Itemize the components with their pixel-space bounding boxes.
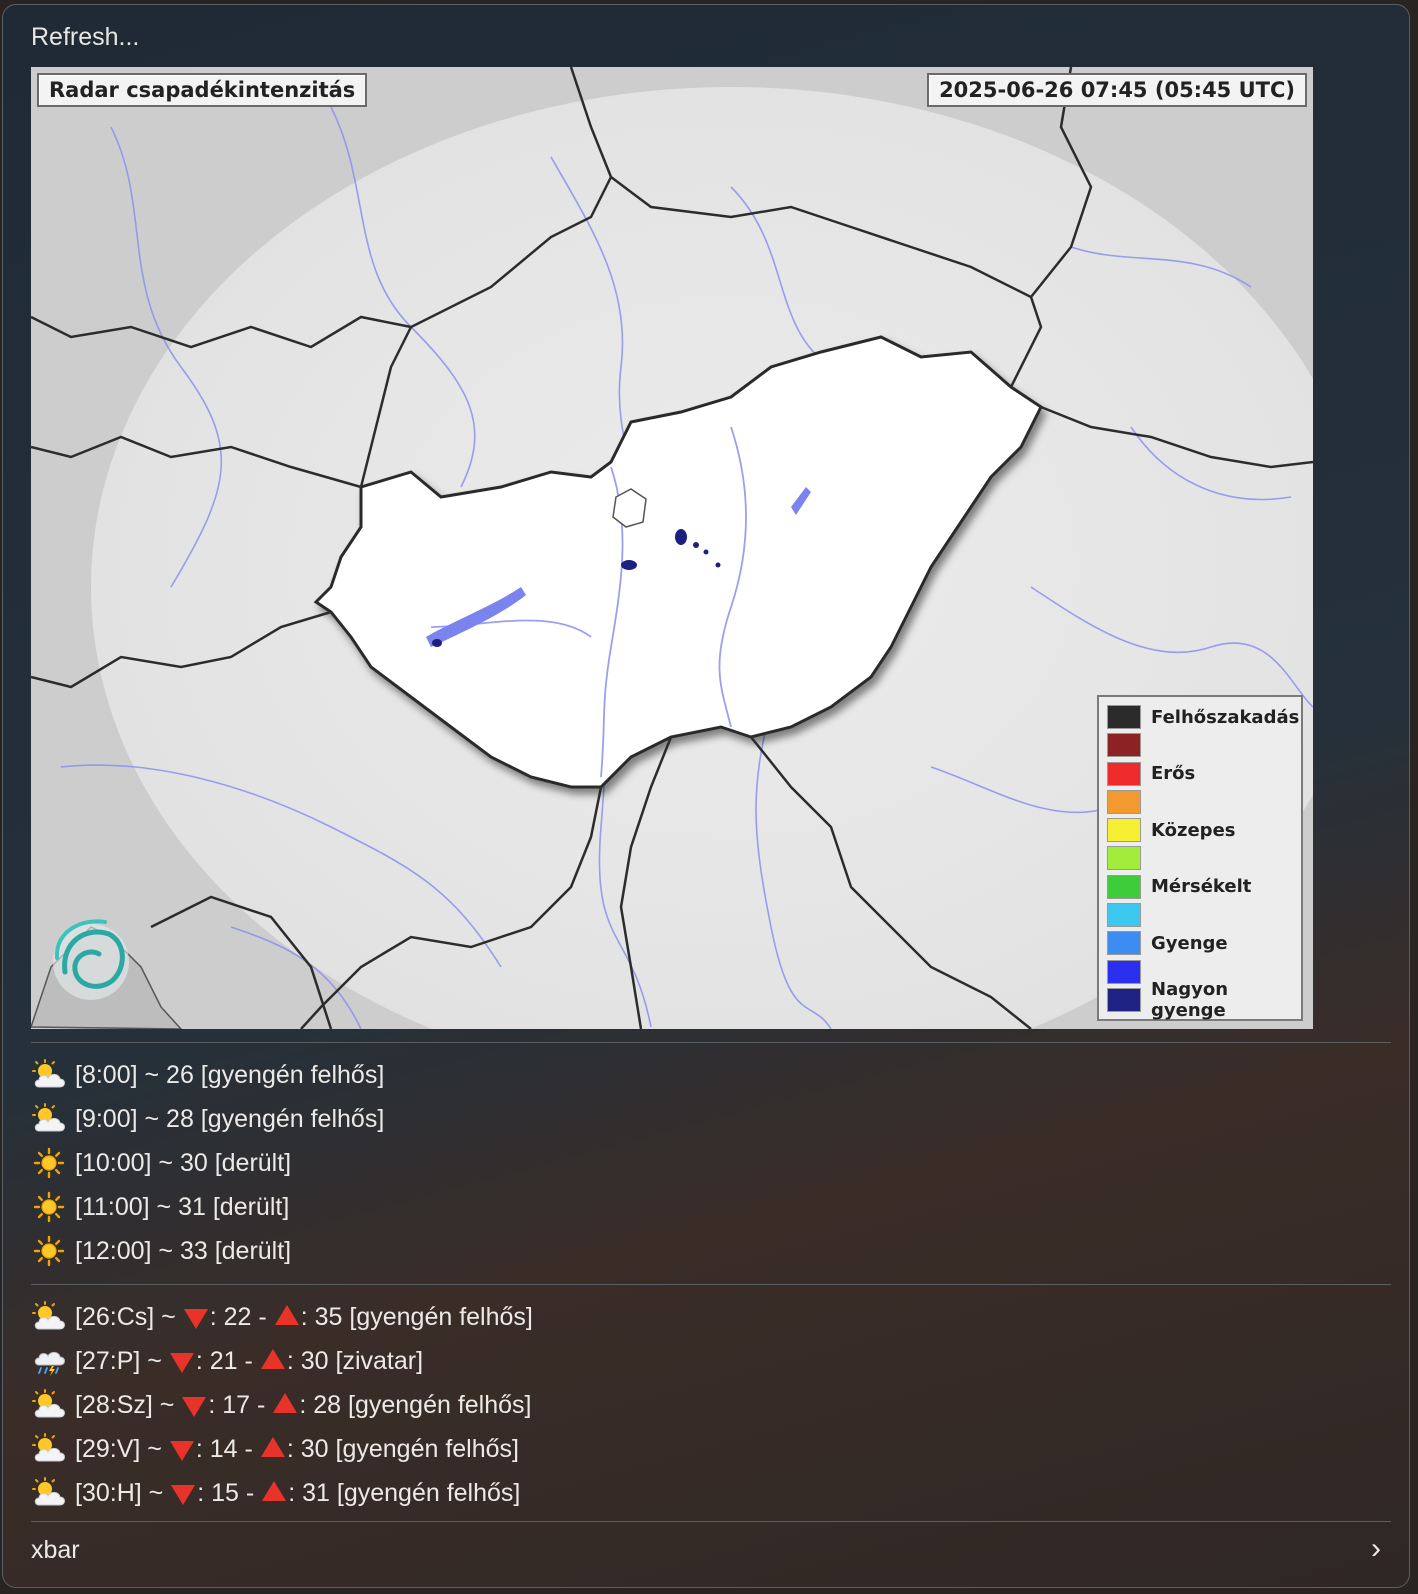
hourly-forecast-text: [11:00] ~ 31 [derült] <box>75 1192 290 1221</box>
daily-forecast-item[interactable]: [27:P] ~ : 21 - : 30 [zivatar] <box>31 1339 533 1383</box>
hourly-forecast-item[interactable]: [10:00] ~ 30 [derült] <box>31 1141 384 1185</box>
legend-label: Mérsékelt <box>1151 876 1252 898</box>
radar-legend: Felhőszakadás Erős Közepes Mérsékelt Gye… <box>1097 695 1303 1021</box>
max-temp-up-triangle-icon <box>274 1305 299 1325</box>
daily-forecast-item[interactable]: [26:Cs] ~ : 22 - : 35 [gyengén felhős] <box>31 1295 533 1339</box>
sun-behind-cloud-icon <box>31 1059 69 1091</box>
hourly-forecast-text: [12:00] ~ 33 [derült] <box>75 1236 292 1265</box>
daily-forecast-max: : 30 [zivatar] <box>286 1346 424 1375</box>
legend-swatch <box>1107 903 1141 928</box>
refresh-menu-item[interactable]: Refresh... <box>31 23 139 52</box>
legend-swatch <box>1107 761 1141 786</box>
xbar-dropdown-menu: Refresh... Radar csapadékintenzitás 2025… <box>2 4 1410 1588</box>
max-temp-up-triangle-icon <box>260 1437 285 1457</box>
min-temp-down-triangle-icon <box>183 1309 208 1329</box>
max-temp-up-triangle-icon <box>260 1349 285 1369</box>
xbar-menu-item[interactable]: xbar <box>31 1536 80 1565</box>
daily-forecast-list: [26:Cs] ~ : 22 - : 35 [gyengén felhős] [27… <box>31 1295 533 1515</box>
daily-forecast-day: [28:Sz] ~ <box>75 1390 175 1419</box>
daily-forecast-max: : 31 [gyengén felhős] <box>288 1478 521 1507</box>
sun-behind-cloud-icon <box>31 1301 69 1333</box>
legend-swatch <box>1107 931 1141 956</box>
hourly-forecast-item[interactable]: [9:00] ~ 28 [gyengén felhős] <box>31 1097 384 1141</box>
max-temp-up-triangle-icon <box>273 1393 298 1413</box>
sun-behind-cloud-icon <box>31 1389 69 1421</box>
legend-label: Felhőszakadás <box>1151 706 1300 728</box>
daily-forecast-day: [29:V] ~ <box>75 1434 162 1463</box>
legend-label: Erős <box>1151 763 1196 785</box>
sun-icon <box>31 1147 69 1179</box>
legend-swatch <box>1107 846 1141 871</box>
legend-swatch <box>1107 959 1141 984</box>
daily-forecast-day: [26:Cs] ~ <box>75 1302 176 1331</box>
legend-entry <box>1107 731 1293 759</box>
daily-forecast-min: : 21 - <box>195 1346 253 1375</box>
daily-forecast-min: : 22 - <box>209 1302 267 1331</box>
sun-behind-cloud-icon <box>31 1477 69 1509</box>
legend-label: Közepes <box>1151 819 1236 841</box>
hourly-forecast-item[interactable]: [8:00] ~ 26 [gyengén felhős] <box>31 1053 384 1097</box>
daily-forecast-item[interactable]: [30:H] ~ : 15 - : 31 [gyengén felhős] <box>31 1471 533 1515</box>
legend-label: Gyenge <box>1151 932 1228 954</box>
hourly-forecast-text: [8:00] ~ 26 [gyengén felhős] <box>75 1060 385 1089</box>
daily-forecast-item[interactable]: [28:Sz] ~ : 17 - : 28 [gyengén felhős] <box>31 1383 533 1427</box>
hourly-forecast-text: [9:00] ~ 28 [gyengén felhős] <box>75 1104 385 1133</box>
sun-icon <box>31 1235 69 1267</box>
min-temp-down-triangle-icon <box>171 1485 196 1505</box>
hourly-forecast-item[interactable]: [11:00] ~ 31 [derült] <box>31 1185 384 1229</box>
chevron-right-icon[interactable]: › <box>1371 1532 1381 1566</box>
sun-behind-cloud-icon <box>31 1103 69 1135</box>
legend-swatch <box>1107 874 1141 899</box>
daily-forecast-item[interactable]: [29:V] ~ : 14 - : 30 [gyengén felhős] <box>31 1427 533 1471</box>
min-temp-down-triangle-icon <box>182 1397 207 1417</box>
daily-forecast-day: [30:H] ~ <box>75 1478 164 1507</box>
hourly-forecast-item[interactable]: [12:00] ~ 33 [derült] <box>31 1229 384 1273</box>
daily-forecast-max: : 35 [gyengén felhős] <box>300 1302 533 1331</box>
daily-forecast-min: : 15 - <box>197 1478 255 1507</box>
legend-entry: Erős <box>1107 760 1293 788</box>
legend-entry: Közepes <box>1107 816 1293 844</box>
legend-swatch <box>1107 789 1141 814</box>
legend-entry <box>1107 788 1293 816</box>
daily-forecast-min: : 14 - <box>195 1434 253 1463</box>
sun-icon <box>31 1191 69 1223</box>
hourly-forecast-text: [10:00] ~ 30 [derült] <box>75 1148 292 1177</box>
min-temp-down-triangle-icon <box>169 1441 194 1461</box>
hourly-forecast-list: [8:00] ~ 26 [gyengén felhős] [9:00] ~ 28… <box>31 1053 384 1273</box>
radar-map-title: Radar csapadékintenzitás <box>37 73 368 107</box>
thunder-rain-cloud-icon <box>31 1345 69 1377</box>
legend-entry: Mérsékelt <box>1107 873 1293 901</box>
legend-entry: Nagyon gyenge <box>1107 979 1293 1021</box>
legend-swatch <box>1107 705 1141 729</box>
daily-forecast-min: : 17 - <box>208 1390 266 1419</box>
daily-forecast-max: : 30 [gyengén felhős] <box>286 1434 519 1463</box>
legend-entry: Felhőszakadás <box>1107 703 1299 731</box>
legend-entry <box>1107 901 1293 929</box>
legend-swatch <box>1107 818 1141 843</box>
max-temp-up-triangle-icon <box>262 1481 287 1501</box>
legend-entry <box>1107 844 1293 872</box>
sun-behind-cloud-icon <box>31 1433 69 1465</box>
menu-separator <box>31 1284 1391 1285</box>
radar-map-timestamp: 2025-06-26 07:45 (05:45 UTC) <box>927 73 1307 107</box>
menu-separator <box>31 1042 1391 1043</box>
menu-separator <box>31 1521 1391 1522</box>
legend-swatch <box>1107 733 1141 758</box>
daily-forecast-max: : 28 [gyengén felhős] <box>299 1390 532 1419</box>
legend-swatch <box>1107 987 1141 1012</box>
daily-forecast-day: [27:P] ~ <box>75 1346 162 1375</box>
legend-label: Nagyon gyenge <box>1151 978 1229 1021</box>
min-temp-down-triangle-icon <box>169 1353 194 1373</box>
legend-entry: Gyenge <box>1107 929 1293 957</box>
radar-map-image[interactable]: Radar csapadékintenzitás 2025-06-26 07:4… <box>31 67 1313 1029</box>
